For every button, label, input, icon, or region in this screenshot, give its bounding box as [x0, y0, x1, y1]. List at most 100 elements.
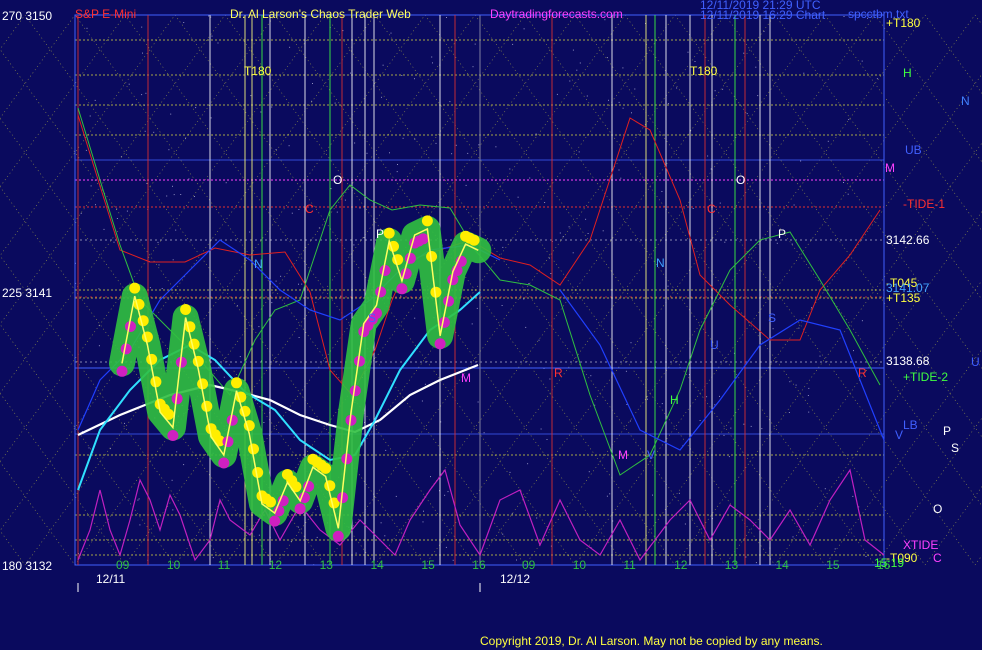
- star-dot: [548, 257, 550, 259]
- star-dot: [330, 188, 332, 190]
- star-dot: [848, 119, 850, 120]
- star-dot: [402, 137, 404, 139]
- inner-s-day1: S: [368, 311, 376, 325]
- star-dot: [847, 193, 849, 195]
- price-point: [226, 414, 238, 426]
- star-dot: [173, 194, 175, 196]
- star-dot: [344, 199, 346, 201]
- star-dot: [788, 412, 790, 413]
- star-dot: [808, 387, 810, 389]
- star-dot: [540, 428, 542, 430]
- star-dot: [126, 210, 128, 212]
- star-dot: [517, 196, 519, 198]
- price-point: [396, 283, 408, 295]
- star-dot: [667, 103, 669, 105]
- label-t180: +T180: [886, 16, 921, 30]
- x-tick-label: 12: [269, 558, 283, 572]
- inner-r-right: R: [858, 366, 867, 380]
- star-dot: [634, 88, 636, 90]
- star-dot: [175, 229, 177, 231]
- label-3142: 3142.66: [886, 233, 930, 247]
- star-dot: [124, 422, 125, 424]
- date-day2: 12/12: [500, 572, 530, 586]
- star-dot: [618, 169, 620, 171]
- star-dot: [334, 102, 336, 104]
- star-dot: [451, 153, 453, 155]
- price-point: [125, 321, 136, 332]
- star-dot: [824, 488, 826, 490]
- star-dot: [694, 61, 696, 62]
- star-dot: [719, 395, 720, 397]
- star-dot: [176, 451, 178, 453]
- star-dot: [88, 447, 90, 449]
- star-dot: [389, 152, 390, 154]
- star-dot: [474, 43, 476, 45]
- price-point: [434, 338, 446, 350]
- star-dot: [834, 548, 836, 550]
- star-dot: [750, 425, 752, 427]
- star-dot: [803, 72, 805, 74]
- star-dot: [239, 356, 241, 358]
- star-dot: [432, 62, 433, 64]
- x-tick-label: 09: [522, 558, 536, 572]
- star-dot: [743, 52, 745, 54]
- star-dot: [512, 43, 514, 45]
- star-dot: [586, 95, 588, 97]
- star-dot: [793, 204, 795, 206]
- star-dot: [423, 510, 424, 512]
- star-dot: [208, 15, 210, 17]
- star-dot: [791, 243, 793, 245]
- star-dot: [141, 26, 143, 28]
- x-tick-label: 15: [421, 558, 435, 572]
- inner-r-day2: R: [554, 366, 563, 380]
- price-point: [116, 365, 128, 377]
- star-dot: [629, 420, 631, 422]
- star-dot: [444, 494, 446, 496]
- x-tick-label: 10: [167, 558, 181, 572]
- star-dot: [316, 536, 318, 538]
- price-point: [421, 215, 433, 227]
- star-dot: [865, 556, 867, 557]
- star-dot: [137, 499, 139, 501]
- price-point: [218, 457, 230, 469]
- star-dot: [556, 93, 558, 95]
- price-point: [324, 480, 336, 492]
- star-dot: [183, 464, 185, 466]
- star-dot: [89, 115, 91, 117]
- star-dot: [687, 51, 689, 53]
- star-dot: [684, 523, 686, 525]
- price-point: [184, 321, 196, 333]
- x-tick-label: 14: [371, 558, 385, 572]
- copyright: Copyright 2019, Dr. Al Larson. May not b…: [480, 634, 823, 648]
- star-dot: [263, 422, 265, 423]
- label-xtide: XTIDE: [903, 538, 938, 552]
- star-dot: [366, 152, 368, 154]
- star-dot: [340, 295, 342, 297]
- inner-c-day2: C: [707, 202, 716, 216]
- x-tick-label: 16: [472, 558, 486, 572]
- star-dot: [495, 146, 497, 148]
- x-tick-label: 13: [725, 558, 739, 572]
- star-dot: [249, 231, 251, 233]
- price-point: [438, 316, 450, 328]
- label-tide1: -TIDE-1: [903, 197, 945, 211]
- inner-p-day1: P: [376, 227, 384, 241]
- star-dot: [550, 273, 552, 274]
- star-dot: [385, 449, 387, 451]
- star-dot: [298, 337, 300, 338]
- star-dot: [730, 427, 732, 429]
- star-dot: [544, 202, 546, 203]
- star-dot: [819, 355, 821, 357]
- star-dot: [95, 204, 96, 206]
- star-dot: [312, 83, 313, 84]
- star-dot: [452, 559, 454, 561]
- price-point: [167, 430, 179, 441]
- inner-o-day1: O: [333, 173, 342, 187]
- label-ub: UB: [905, 143, 922, 157]
- star-dot: [395, 495, 397, 497]
- star-dot: [631, 112, 632, 114]
- price-point: [141, 331, 153, 343]
- star-dot: [853, 350, 854, 352]
- star-dot: [761, 428, 763, 430]
- star-dot: [483, 432, 485, 434]
